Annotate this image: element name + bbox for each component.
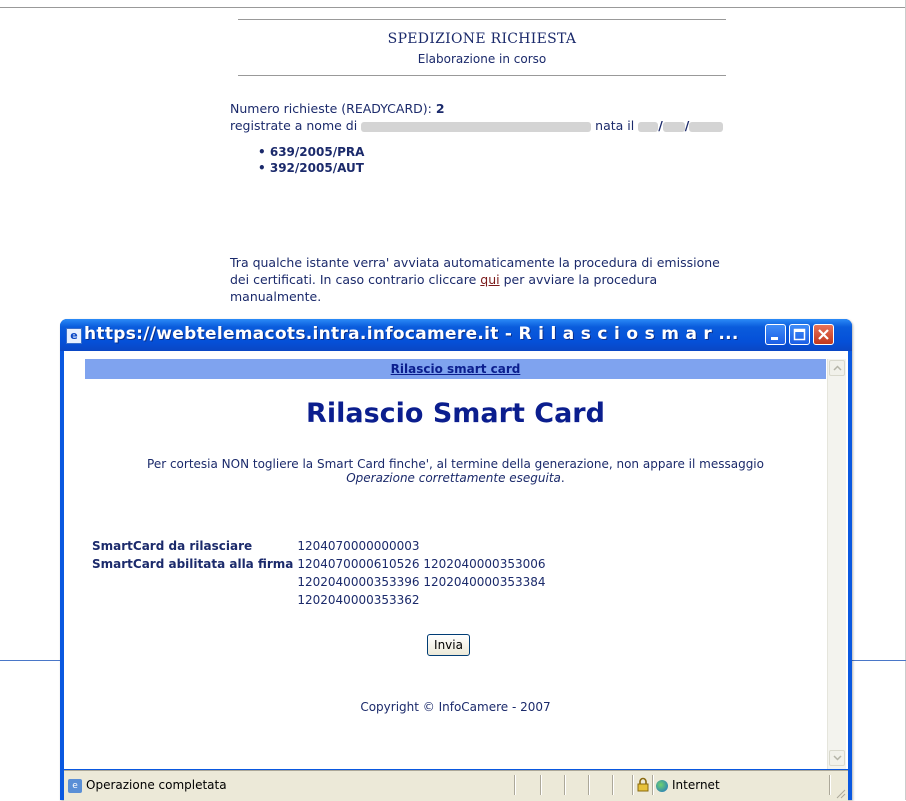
scroll-up-button[interactable] [829, 360, 845, 376]
invia-button[interactable]: Invia [427, 634, 470, 656]
card-release-label: SmartCard da rilasciare [92, 539, 253, 553]
status-divider [612, 775, 614, 795]
redacted-day [638, 121, 659, 132]
minimize-icon [771, 337, 778, 340]
scroll-down-button[interactable] [829, 750, 845, 766]
status-divider [514, 775, 516, 795]
table-row: SmartCard da rilasciare 1204070000000003 [92, 537, 546, 555]
status-divider [652, 775, 654, 795]
redacted-name [361, 121, 592, 132]
maximize-icon [793, 328, 806, 341]
popup-window: e https://webtelemacots.intra.infocamere… [60, 319, 852, 801]
page-top-border [0, 7, 906, 8]
notice-text: Per cortesia NON togliere la Smart Card … [147, 457, 764, 485]
copyright-text: Copyright © InfoCamere - 2007 [360, 700, 551, 714]
list-item: 639/2005/PRA [258, 144, 365, 160]
card-sign-value-3: 1202040000353362 [297, 593, 420, 607]
popup-heading: Rilascio Smart Card [306, 398, 605, 429]
info-paragraph: Tra qualche istante verra' avviata autom… [230, 255, 720, 304]
popup-title: https://webtelemacots.intra.infocamere.i… [84, 324, 739, 344]
nav-link-rilascio[interactable]: Rilascio smart card [391, 362, 521, 376]
table-row: 1202040000353362 [92, 591, 546, 609]
top-divider [238, 19, 726, 20]
card-sign-label: SmartCard abilitata alla firma [92, 557, 294, 571]
requests-line: Numero richieste (READYCARD): 2 [230, 101, 445, 117]
redacted-year [689, 121, 724, 132]
status-divider [540, 775, 542, 795]
redacted-month [662, 121, 685, 132]
globe-icon [656, 779, 668, 792]
born-label: nata il [595, 118, 635, 133]
footer-line-right [852, 660, 906, 661]
card-sign-value-2: 1202040000353396 1202040000353384 [297, 575, 546, 589]
registered-line: registrate a nome di nata il / / [230, 118, 724, 134]
close-button[interactable] [813, 324, 834, 345]
close-icon [818, 329, 829, 340]
table-row: SmartCard abilitata alla firma 120407000… [92, 555, 546, 573]
ie-page-icon: e [68, 778, 82, 793]
resize-grip-icon[interactable] [836, 789, 846, 799]
nav-bar: Rilascio smart card [85, 359, 826, 379]
status-divider [564, 775, 566, 795]
status-divider [632, 775, 634, 795]
lock-icon[interactable] [637, 777, 649, 792]
ie-page-icon[interactable]: e [66, 328, 82, 344]
minimize-button[interactable] [765, 324, 786, 345]
title-divider [238, 75, 726, 76]
popup-content: Rilascio smart card Rilascio Smart Card … [64, 351, 848, 769]
list-item: 392/2005/AUT [258, 160, 364, 176]
card-sign-value-1: 1204070000610526 1202040000353006 [297, 557, 546, 571]
security-zone: Internet [656, 778, 720, 792]
manual-start-link[interactable]: qui [480, 272, 499, 287]
maximize-button[interactable] [789, 324, 810, 345]
status-bar: e Operazione completata Internet [64, 770, 848, 801]
chevron-up-icon [833, 365, 842, 371]
page-title: SPEDIZIONE RICHIESTA [387, 31, 577, 47]
card-release-value: 1204070000000003 [297, 539, 420, 553]
page-subtitle: Elaborazione in corso [417, 52, 547, 66]
status-divider [588, 775, 590, 795]
table-row: 1202040000353396 1202040000353384 [92, 573, 546, 591]
request-list: 639/2005/PRA 392/2005/AUT [258, 144, 365, 176]
status-message: e Operazione completata [68, 778, 227, 793]
requests-label: Numero richieste (READYCARD): [230, 101, 432, 116]
footer-line-left [0, 660, 62, 661]
status-divider [829, 775, 831, 795]
vertical-scrollbar[interactable] [827, 359, 846, 769]
chevron-down-icon [833, 755, 842, 761]
popup-titlebar[interactable]: e https://webtelemacots.intra.infocamere… [60, 319, 852, 351]
requests-count: 2 [435, 101, 445, 116]
smartcard-table: SmartCard da rilasciare 1204070000000003… [92, 537, 546, 609]
registered-prefix: registrate a nome di [230, 118, 358, 133]
